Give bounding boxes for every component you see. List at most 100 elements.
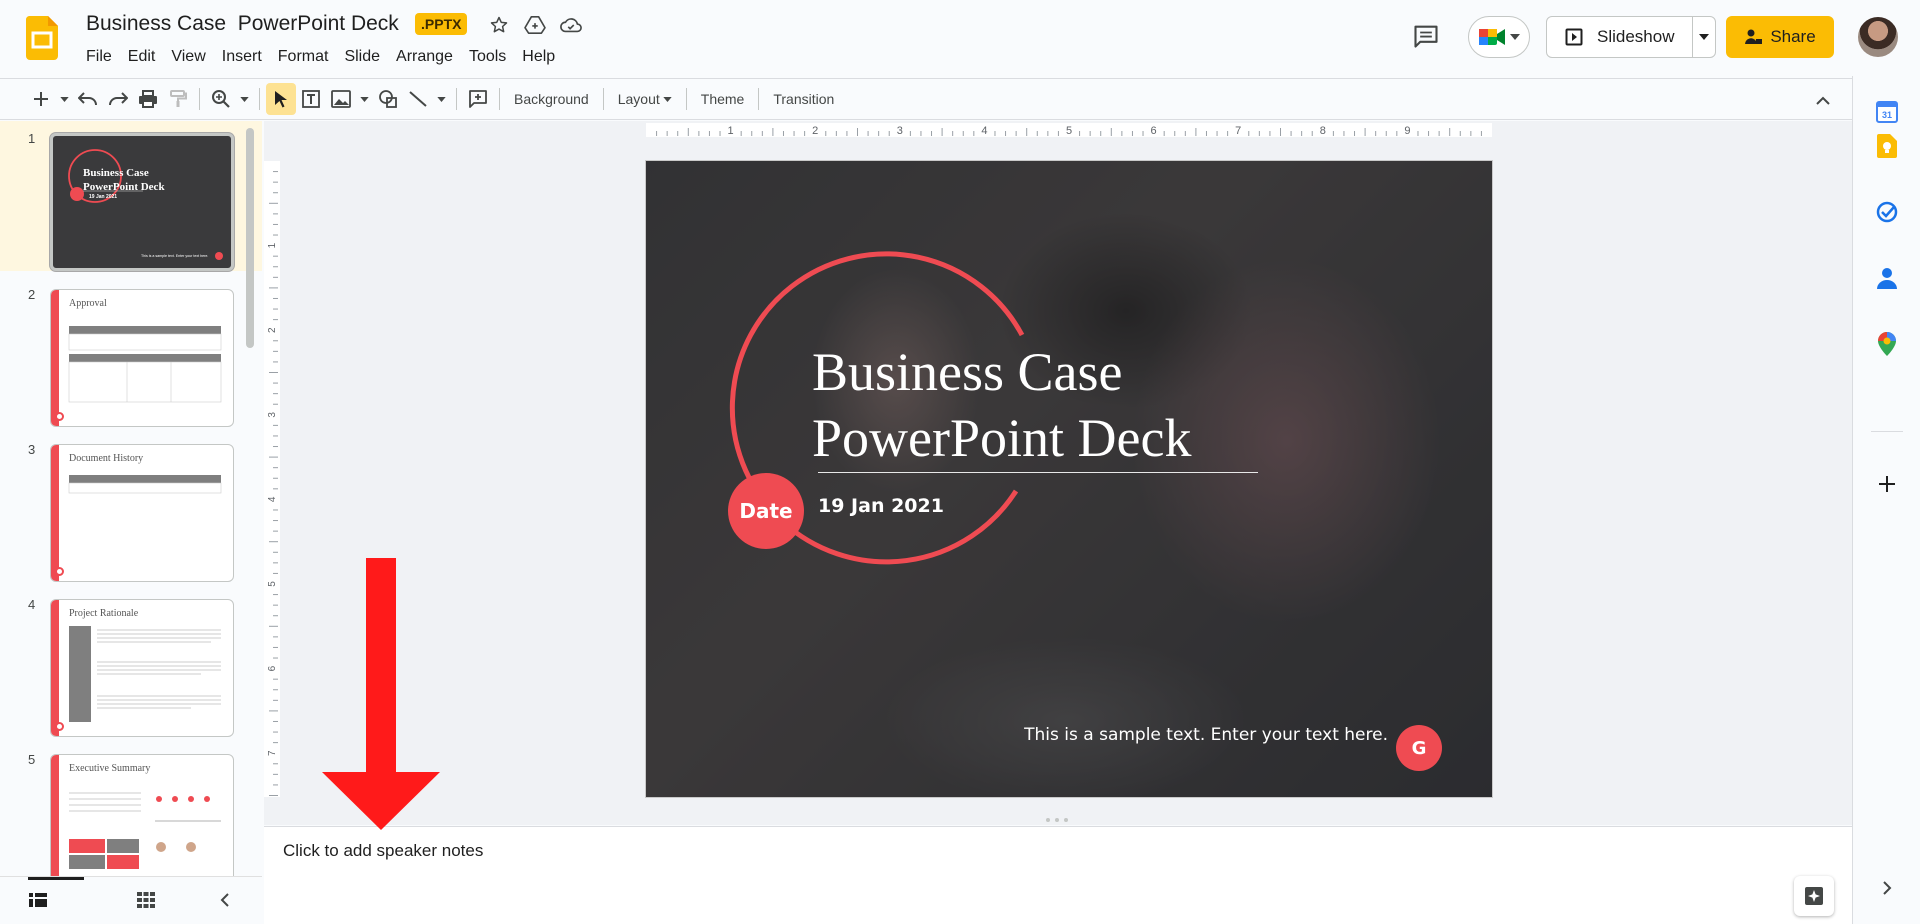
background-button[interactable]: Background <box>506 83 597 115</box>
file-type-badge: .PPTX <box>415 13 468 35</box>
thumbnail-dot <box>55 722 64 731</box>
zoom-dropdown[interactable] <box>236 83 253 115</box>
move-to-drive-icon[interactable] <box>522 12 548 38</box>
slideshow-label: Slideshow <box>1597 27 1675 46</box>
ruler-label: 3 <box>897 125 903 137</box>
zoom-button[interactable] <box>206 83 236 115</box>
sample-text[interactable]: This is a sample text. Enter your text h… <box>1024 725 1388 745</box>
menu-file[interactable]: File <box>80 46 118 68</box>
svg-text:31: 31 <box>1882 110 1892 120</box>
slideshow-button[interactable]: Slideshow <box>1547 17 1693 57</box>
theme-button[interactable]: Theme <box>693 83 753 115</box>
add-icon[interactable] <box>1875 472 1899 496</box>
account-avatar[interactable] <box>1858 17 1898 57</box>
chevron-down-icon <box>240 96 249 102</box>
explore-button[interactable] <box>1794 876 1834 916</box>
speaker-notes-placeholder[interactable]: Click to add speaker notes <box>283 841 483 861</box>
chevron-down-icon <box>60 96 69 102</box>
horizontal-ruler[interactable]: 1 2 3 4 5 6 7 8 9 <box>280 123 1852 137</box>
filmstrip-slide-5[interactable]: 5 Executive Summary <box>0 742 262 876</box>
current-slide[interactable]: Business Case PowerPoint Deck Date 19 Ja… <box>646 161 1492 797</box>
slide-title[interactable]: Business Case PowerPoint Deck <box>812 339 1312 471</box>
undo-icon <box>78 92 97 106</box>
slide-thumbnail[interactable]: Executive Summary <box>50 754 234 876</box>
filmstrip-scrollbar[interactable] <box>246 128 254 348</box>
grid-view-button[interactable] <box>108 877 184 923</box>
slideshow-options-dropdown[interactable] <box>1693 34 1715 40</box>
undo-button[interactable] <box>73 83 103 115</box>
line-dropdown[interactable] <box>433 83 450 115</box>
image-dropdown[interactable] <box>356 83 373 115</box>
redo-button[interactable] <box>103 83 133 115</box>
plus-icon <box>34 92 48 106</box>
toolbar-separator <box>199 88 200 110</box>
menu-insert[interactable]: Insert <box>216 46 268 68</box>
date-text[interactable]: 19 Jan 2021 <box>818 495 944 517</box>
thumbnail-sample-text: This is a sample text. Enter your text h… <box>141 254 209 258</box>
layout-button[interactable]: Layout <box>610 83 680 115</box>
menu-view[interactable]: View <box>165 46 211 68</box>
ruler-label: 4 <box>981 125 987 137</box>
toolbar-separator <box>685 88 687 110</box>
slide-thumbnail[interactable]: Business Case PowerPoint Deck 19 Jan 2021… <box>50 133 234 271</box>
menu-edit[interactable]: Edit <box>122 46 162 68</box>
select-tool-button[interactable] <box>266 83 296 115</box>
line-button[interactable] <box>403 83 433 115</box>
share-label: Share <box>1770 27 1816 46</box>
chevron-down-icon <box>1510 34 1520 40</box>
vertical-ruler[interactable]: 1 2 3 4 5 6 7 <box>264 137 280 837</box>
filmstrip-slide-4[interactable]: 4 Project Rationale <box>0 587 262 737</box>
keep-icon[interactable] <box>1875 134 1899 158</box>
menu-tools[interactable]: Tools <box>463 46 512 68</box>
redo-icon <box>109 92 128 106</box>
text-box-button[interactable] <box>296 83 326 115</box>
ruler-label: 1 <box>267 242 278 248</box>
toolbar-separator <box>259 88 260 110</box>
paint-format-button[interactable] <box>163 83 193 115</box>
hide-filmstrip-button[interactable] <box>204 877 244 923</box>
menu-slide[interactable]: Slide <box>338 46 386 68</box>
slide-thumbnail[interactable]: Approval <box>50 289 234 427</box>
toolbar-separator <box>456 88 457 110</box>
meet-button[interactable] <box>1468 16 1530 58</box>
slides-logo-icon[interactable] <box>26 16 58 60</box>
transition-button[interactable]: Transition <box>765 83 842 115</box>
slide-number: 1 <box>28 131 36 146</box>
menu-help[interactable]: Help <box>516 46 561 68</box>
title-underline <box>818 472 1258 473</box>
contacts-icon[interactable] <box>1875 266 1899 290</box>
slide-thumbnail[interactable]: Document History <box>50 444 234 582</box>
notes-resize-handle[interactable] <box>1046 818 1076 824</box>
tasks-icon[interactable] <box>1875 200 1899 224</box>
print-button[interactable] <box>133 83 163 115</box>
maps-icon[interactable] <box>1875 332 1899 356</box>
lock-person-icon <box>1745 29 1763 44</box>
share-button[interactable]: Share <box>1726 16 1834 58</box>
toolbar-separator <box>602 88 604 110</box>
star-icon[interactable] <box>486 12 512 38</box>
ruler-label: 7 <box>267 750 278 756</box>
calendar-icon[interactable]: 31 <box>1875 100 1899 124</box>
collapse-menus-button[interactable] <box>1808 84 1838 116</box>
document-title[interactable]: Business Case PowerPoint Deck <box>86 12 399 36</box>
insert-image-button[interactable] <box>326 83 356 115</box>
menu-arrange[interactable]: Arrange <box>390 46 459 68</box>
menu-format[interactable]: Format <box>272 46 335 68</box>
comment-history-icon[interactable] <box>1412 22 1442 52</box>
g-badge[interactable]: G <box>1396 725 1442 771</box>
present-icon <box>1565 28 1583 46</box>
filmstrip-slide-1[interactable]: 1 Business Case PowerPoint Deck 19 Jan 20… <box>0 121 262 271</box>
filmstrip-slide-2[interactable]: 2 Approval <box>0 277 262 427</box>
new-slide-layout-dropdown[interactable] <box>56 83 73 115</box>
add-comment-button[interactable] <box>463 83 493 115</box>
date-badge[interactable]: Date <box>728 473 804 549</box>
chevron-right-icon[interactable] <box>1875 876 1899 900</box>
filmstrip-view-button[interactable] <box>0 876 84 923</box>
slide-filmstrip: 1 Business Case PowerPoint Deck 19 Jan 20… <box>0 121 262 876</box>
shape-button[interactable] <box>373 83 403 115</box>
new-slide-button[interactable] <box>26 83 56 115</box>
slide-thumbnail[interactable]: Project Rationale <box>50 599 234 737</box>
cloud-saved-icon[interactable] <box>558 12 584 38</box>
filmstrip-slide-3[interactable]: 3 Document History <box>0 432 262 582</box>
speaker-notes-panel[interactable]: Click to add speaker notes <box>264 826 1852 924</box>
